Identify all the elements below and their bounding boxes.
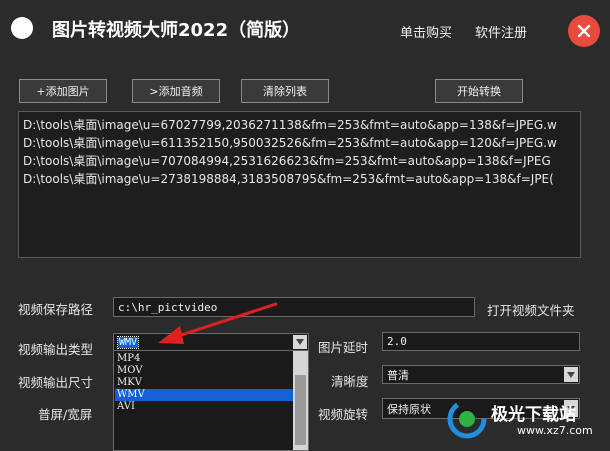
rotate-value: 保持原状: [387, 402, 431, 416]
save-path-label: 视频保存路径: [18, 302, 94, 317]
image-delay-label: 图片延时: [318, 340, 369, 355]
scrollbar-thumb[interactable]: [295, 375, 306, 445]
chevron-down-icon[interactable]: [293, 335, 307, 349]
red-arrow-icon: [158, 302, 278, 344]
start-convert-button[interactable]: 开始转换: [435, 79, 523, 103]
output-type-dropdown-list[interactable]: MP4 MOV MKV WMV AVI: [113, 350, 309, 451]
list-item[interactable]: D:\tools\桌面\image\u=67027799,2036271138&…: [23, 116, 557, 133]
close-icon: [577, 24, 591, 38]
clarity-label: 清晰度: [331, 374, 369, 389]
clarity-value: 普清: [387, 368, 409, 382]
format-option-mkv[interactable]: MKV: [115, 377, 294, 389]
output-size-label: 视频输出尺寸: [18, 375, 94, 390]
watermark-url: www.xz7.com: [517, 424, 593, 437]
format-option-avi[interactable]: AVI: [115, 401, 294, 413]
buy-link[interactable]: 单击购买: [400, 22, 452, 41]
aurora-logo-icon: [447, 399, 487, 439]
dropdown-scrollbar[interactable]: [293, 351, 308, 450]
format-option-wmv[interactable]: WMV: [115, 389, 294, 401]
format-option-mov[interactable]: MOV: [115, 365, 294, 377]
clear-list-button[interactable]: 清除列表: [241, 79, 329, 103]
list-item[interactable]: D:\tools\桌面\image\u=2738198884,318350879…: [23, 170, 554, 187]
app-title: 图片转视频大师2022（简版）: [52, 20, 301, 41]
add-image-button[interactable]: +添加图片: [19, 79, 107, 103]
add-audio-button[interactable]: >添加音频: [132, 79, 220, 103]
list-item[interactable]: D:\tools\桌面\image\u=611352150,950032526&…: [23, 134, 557, 151]
close-button[interactable]: [568, 15, 600, 47]
app-logo-icon: [11, 17, 33, 39]
image-delay-input[interactable]: 2.0: [382, 332, 580, 351]
list-item[interactable]: D:\tools\桌面\image\u=707084994,2531626623…: [23, 152, 551, 169]
chevron-down-icon[interactable]: [564, 367, 578, 382]
output-type-value: WMV: [116, 335, 140, 349]
image-file-list[interactable]: D:\tools\桌面\image\u=67027799,2036271138&…: [18, 111, 581, 258]
output-type-label: 视频输出类型: [18, 342, 94, 357]
format-option-mp4[interactable]: MP4: [115, 353, 294, 365]
aspect-label: 普屏/宽屏: [38, 407, 93, 422]
register-link[interactable]: 软件注册: [475, 22, 527, 41]
open-folder-link[interactable]: 打开视频文件夹: [487, 300, 575, 319]
rotate-label: 视频旋转: [318, 407, 369, 422]
clarity-select[interactable]: 普清: [382, 365, 580, 384]
watermark-brand: 极光下载站: [491, 405, 576, 425]
